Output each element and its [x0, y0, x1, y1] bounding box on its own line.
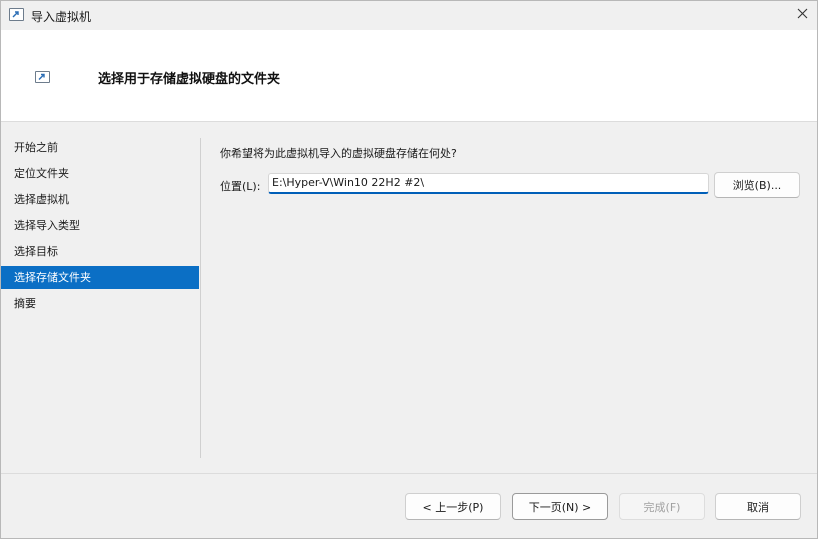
step-locate-folder[interactable]: 定位文件夹	[1, 162, 199, 185]
finish-button[interactable]: 完成(F)	[619, 493, 705, 520]
sidebar-divider	[200, 138, 201, 458]
close-button[interactable]	[787, 1, 817, 29]
browse-button[interactable]: 浏览(B)...	[714, 172, 800, 198]
wizard-header: 选择用于存储虚拟硬盘的文件夹	[1, 30, 817, 122]
wizard-steps-nav: 开始之前 定位文件夹 选择虚拟机 选择导入类型 选择目标 选择存储文件夹 摘要	[1, 135, 199, 319]
cancel-button[interactable]: 取消	[715, 493, 801, 520]
step-destination[interactable]: 选择目标	[1, 240, 199, 263]
import-vm-icon	[35, 71, 50, 83]
page-title: 选择用于存储虚拟硬盘的文件夹	[98, 72, 281, 87]
location-label: 位置(L):	[220, 180, 261, 193]
storage-question: 你希望将为此虚拟机导入的虚拟硬盘存储在何处?	[220, 147, 457, 160]
step-import-type[interactable]: 选择导入类型	[1, 214, 199, 237]
step-before-you-begin[interactable]: 开始之前	[1, 136, 199, 159]
step-summary[interactable]: 摘要	[1, 292, 199, 315]
close-icon	[797, 8, 808, 22]
window-title: 导入虚拟机	[31, 10, 92, 24]
step-select-vm[interactable]: 选择虚拟机	[1, 188, 199, 211]
footer-divider	[1, 473, 817, 474]
previous-button[interactable]: < 上一步(P)	[405, 493, 501, 520]
import-vm-icon	[9, 8, 24, 21]
title-bar: 导入虚拟机	[1, 1, 817, 30]
location-input[interactable]: E:\Hyper-V\Win10 22H2 #2\	[268, 173, 709, 194]
next-button[interactable]: 下一页(N) >	[512, 493, 608, 520]
step-storage-folder[interactable]: 选择存储文件夹	[1, 266, 199, 289]
import-vm-dialog: 导入虚拟机 选择用于存储虚拟硬盘的文件夹 开始之前 定位文件夹 选择虚拟机 选择…	[0, 0, 818, 539]
